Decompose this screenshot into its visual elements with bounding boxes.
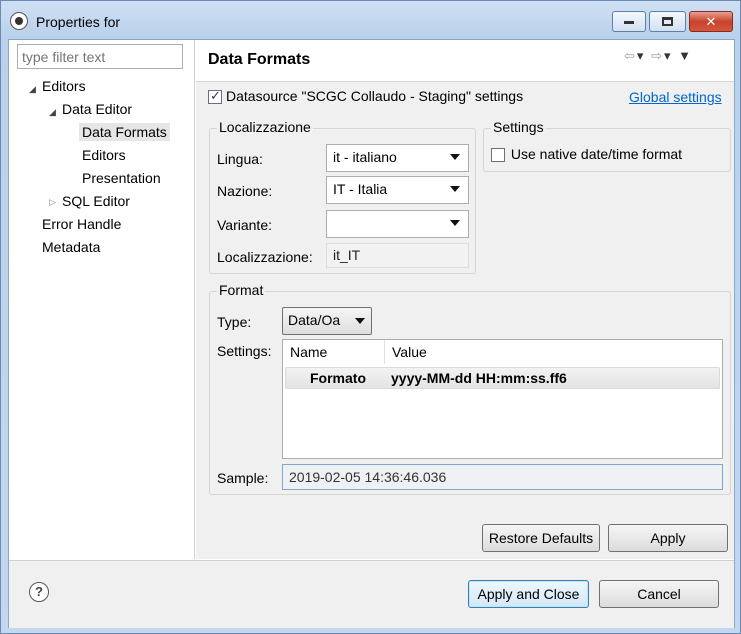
type-value: Data/Oa — [288, 312, 341, 328]
tree-item-data-editor[interactable]: Data Editor — [62, 101, 132, 117]
localizzazione-field: it_IT — [326, 243, 469, 268]
back-arrow-icon[interactable]: ⇦ — [624, 48, 637, 63]
global-settings-link[interactable]: Global settings — [629, 89, 722, 105]
table-row[interactable]: Formato yyyy-MM-dd HH:mm:ss.ff6 — [285, 367, 720, 389]
nazione-combo[interactable]: IT - Italia — [326, 176, 469, 204]
tree-item-metadata[interactable]: Metadata — [42, 239, 100, 255]
chevron-down-icon — [450, 186, 460, 192]
tree-item-presentation[interactable]: Presentation — [82, 170, 161, 186]
page-title: Data Formats — [208, 51, 311, 68]
lingua-value: it - italiano — [333, 149, 397, 165]
properties-window: Properties for ✕ ◢ Editors ◢ Data Editor… — [0, 0, 741, 634]
localizzazione-group-title: Localizzazione — [217, 119, 313, 135]
localizzazione-group: Localizzazione Lingua: it - italiano Naz… — [209, 119, 476, 274]
minimize-icon — [624, 21, 634, 24]
sample-label: Sample: — [217, 470, 269, 486]
help-icon[interactable]: ? — [29, 582, 49, 602]
row-value: yyyy-MM-dd HH:mm:ss.ff6 — [391, 370, 567, 386]
restore-defaults-button[interactable]: Restore Defaults — [482, 524, 600, 552]
type-combo[interactable]: Data/Oa — [282, 307, 372, 335]
nazione-label: Nazione: — [217, 183, 273, 199]
header-divider — [196, 81, 734, 82]
tree-item-sql-editor[interactable]: SQL Editor — [62, 193, 130, 209]
type-label: Type: — [217, 314, 252, 330]
settings-label: Settings: — [217, 343, 272, 359]
forward-dropdown-icon[interactable]: ▾ — [664, 48, 673, 63]
column-header-name[interactable]: Name — [283, 340, 385, 364]
format-group: Format Type: Data/Oa Settings: Name Valu… — [209, 282, 731, 495]
maximize-icon — [662, 17, 673, 26]
expanded-triangle-icon[interactable]: ◢ — [29, 84, 36, 95]
apply-and-close-button[interactable]: Apply and Close — [468, 580, 589, 608]
back-dropdown-icon[interactable]: ▾ — [637, 48, 646, 63]
tree-item-error-handle[interactable]: Error Handle — [42, 216, 121, 232]
datasource-settings-checkbox[interactable]: Datasource "SCGC Collaudo - Staging" set… — [208, 88, 524, 105]
forward-arrow-icon[interactable]: ⇨ — [651, 48, 664, 63]
maximize-button[interactable] — [649, 11, 686, 32]
apply-button[interactable]: Apply — [608, 524, 728, 552]
native-date-label: Use native date/time format — [510, 146, 683, 162]
nazione-value: IT - Italia — [333, 181, 388, 197]
collapsed-triangle-icon[interactable]: ▷ — [49, 197, 56, 208]
row-name: Formato — [310, 370, 366, 386]
lingua-label: Lingua: — [217, 151, 263, 167]
title-bar[interactable]: Properties for ✕ — [1, 1, 740, 39]
preference-tree-panel: ◢ Editors ◢ Data Editor Data Formats Edi… — [9, 40, 195, 559]
apply-label: Apply — [650, 530, 686, 546]
apply-and-close-label: Apply and Close — [477, 586, 580, 602]
expanded-triangle-icon[interactable]: ◢ — [49, 107, 56, 118]
cancel-button[interactable]: Cancel — [599, 580, 719, 608]
app-icon — [10, 12, 28, 30]
sample-value: 2019-02-05 14:36:46.036 — [289, 469, 447, 485]
view-menu-icon[interactable]: ▼ — [678, 48, 693, 63]
format-group-title: Format — [217, 282, 266, 298]
format-settings-table[interactable]: Name Value Formato yyyy-MM-dd HH:mm:ss.f… — [282, 339, 723, 459]
chevron-down-icon — [355, 318, 365, 324]
filter-input[interactable] — [17, 44, 183, 69]
close-button[interactable]: ✕ — [689, 11, 733, 32]
tree-item-data-formats[interactable]: Data Formats — [79, 123, 170, 141]
restore-defaults-label: Restore Defaults — [488, 530, 594, 546]
tree-item-editors-child[interactable]: Editors — [82, 147, 126, 163]
cancel-label: Cancel — [637, 586, 681, 602]
dialog-button-bar: ? Apply and Close Cancel — [9, 560, 734, 628]
column-header-value[interactable]: Value — [385, 340, 722, 364]
checkbox-checked-icon[interactable] — [208, 88, 222, 105]
close-icon: ✕ — [705, 14, 717, 29]
native-date-checkbox[interactable]: Use native date/time format — [491, 146, 683, 163]
settings-group-title: Settings — [491, 119, 546, 135]
history-nav: ⇦▾ ⇨▾ ▼ — [624, 48, 693, 64]
page-content: Data Formats ⇦▾ ⇨▾ ▼ Datasource "SCGC Co… — [196, 40, 734, 559]
variante-combo[interactable] — [326, 210, 469, 238]
window-title: Properties for — [36, 14, 121, 30]
variante-label: Variante: — [217, 217, 272, 233]
chevron-down-icon — [450, 154, 460, 160]
chevron-down-icon — [450, 220, 460, 226]
localizzazione-label: Localizzazione: — [217, 249, 313, 265]
lingua-combo[interactable]: it - italiano — [326, 144, 469, 172]
dialog-client: ◢ Editors ◢ Data Editor Data Formats Edi… — [8, 39, 735, 628]
tree-item-editors[interactable]: Editors — [42, 78, 86, 94]
minimize-button[interactable] — [612, 11, 646, 32]
settings-group: Settings Use native date/time format — [483, 119, 731, 172]
datasource-settings-label: Datasource "SCGC Collaudo - Staging" set… — [226, 88, 524, 104]
localizzazione-value: it_IT — [333, 247, 361, 263]
checkbox-unchecked-icon[interactable] — [491, 148, 505, 163]
sample-field: 2019-02-05 14:36:46.036 — [282, 464, 723, 490]
